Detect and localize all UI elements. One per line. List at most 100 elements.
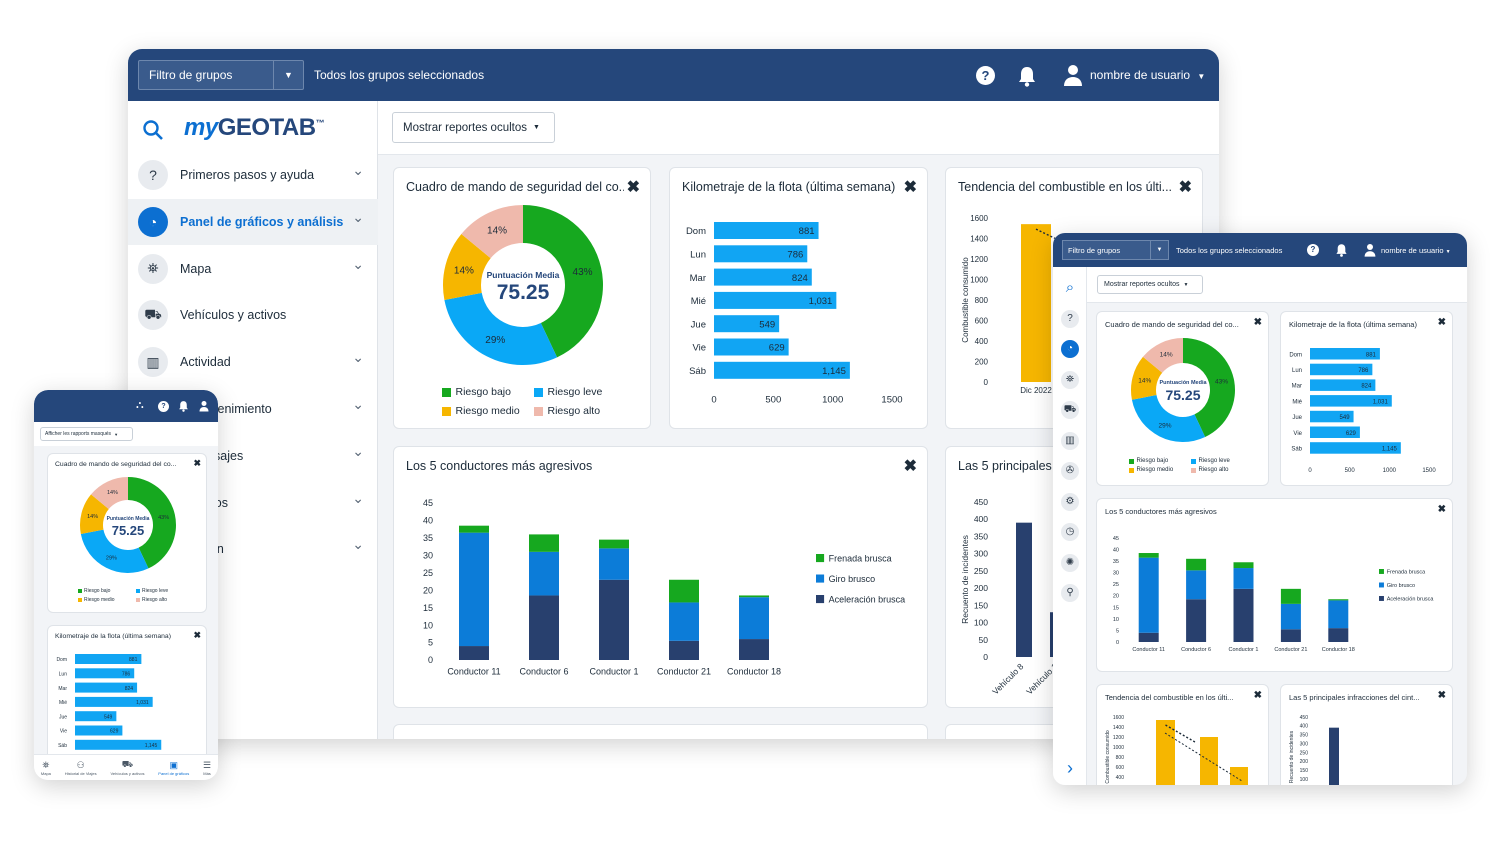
stacked-bar-segment[interactable] <box>1138 632 1159 642</box>
stacked-bar-segment[interactable] <box>529 595 559 660</box>
activity-icon[interactable]: ▥ <box>1061 431 1079 450</box>
map-icon[interactable]: ⛯ <box>1061 370 1079 389</box>
close-icon[interactable]: ✖ <box>1438 690 1446 701</box>
hidden-reports-button[interactable]: Afficher les rapports masqués ▼ <box>40 427 133 441</box>
help-icon[interactable]: ? <box>158 401 169 412</box>
stacked-bar-segment[interactable] <box>1138 553 1159 558</box>
chevron-down-icon[interactable]: ▼ <box>273 61 303 89</box>
search-icon[interactable]: ⌕ <box>1061 279 1079 297</box>
legend-item[interactable]: Riesgo medio <box>442 405 534 417</box>
user-icon[interactable] <box>1063 64 1083 86</box>
settings-icon[interactable]: ✺ <box>1061 553 1079 572</box>
close-icon[interactable]: ✖ <box>1179 177 1192 197</box>
stacked-bar-segment[interactable] <box>1233 568 1254 589</box>
stacked-bar-segment[interactable] <box>669 640 699 660</box>
infraction-bar[interactable] <box>1329 727 1339 785</box>
close-icon[interactable]: ✖ <box>1438 317 1446 328</box>
clock-icon[interactable]: ◷ <box>1061 523 1079 541</box>
location-icon[interactable]: ⚲ <box>1061 584 1079 602</box>
stacked-bar-segment[interactable] <box>739 597 769 640</box>
bottom-nav-item[interactable]: ⛟ Vehículos y activos <box>110 759 144 776</box>
stacked-bar-segment[interactable] <box>459 646 489 660</box>
dashboard-icon[interactable]: ◔ <box>1061 340 1079 358</box>
stacked-bar-segment[interactable] <box>459 525 489 533</box>
stacked-bar-segment[interactable] <box>669 579 699 603</box>
search-icon[interactable] <box>142 119 164 141</box>
stacked-bar-segment[interactable] <box>1280 588 1301 604</box>
help-icon[interactable]: ? <box>1307 244 1319 256</box>
stacked-bar-segment[interactable] <box>1186 599 1207 642</box>
stacked-bar-segment[interactable] <box>599 548 629 580</box>
bell-icon[interactable] <box>1017 65 1037 87</box>
bottom-nav-item[interactable]: ▣ Panel de gráficos <box>158 760 189 776</box>
wrench-icon[interactable]: ✇ <box>1061 462 1079 480</box>
stacked-bar-segment[interactable] <box>1328 628 1349 642</box>
fuel-bar[interactable] <box>1230 767 1248 785</box>
stacked-bar-segment[interactable] <box>739 639 769 660</box>
help-icon[interactable]: ? <box>1061 309 1079 328</box>
sidebar-item-2[interactable]: ◔ Panel de gráficos y análisis ⌄ <box>128 198 378 245</box>
legend-item[interactable]: Riesgo bajo <box>442 386 534 398</box>
group-icon[interactable]: ⛬ <box>136 399 144 412</box>
bell-icon[interactable] <box>1335 243 1348 257</box>
legend-item[interactable]: Riesgo alto <box>136 597 196 603</box>
legend-item[interactable]: Riesgo alto <box>1191 467 1257 473</box>
bottom-nav-item[interactable]: ⚇ Historial de Viajes <box>65 760 97 776</box>
legend-item[interactable]: Riesgo medio <box>78 597 136 603</box>
close-icon[interactable]: ✖ <box>627 177 640 197</box>
stacked-bar-segment[interactable] <box>1233 588 1254 642</box>
hidden-reports-button[interactable]: Mostrar reportes ocultos ▼ <box>1097 275 1203 294</box>
chevron-right-icon[interactable]: › <box>1061 759 1079 777</box>
infraction-bar[interactable] <box>1016 522 1032 657</box>
bell-icon[interactable] <box>178 400 189 412</box>
close-icon[interactable]: ✖ <box>1254 690 1262 701</box>
close-icon[interactable]: ✖ <box>1438 504 1446 515</box>
legend-item[interactable]: Riesgo leve <box>534 386 632 398</box>
close-icon[interactable]: ✖ <box>904 456 917 476</box>
bottom-nav-item[interactable]: ⛯ Mapa <box>41 760 51 776</box>
stacked-bar-segment[interactable] <box>529 551 559 596</box>
truck-icon[interactable]: ⛟ <box>1061 401 1079 419</box>
sidebar-item-3[interactable]: ⛯ Mapa ⌄ <box>128 246 378 292</box>
user-menu[interactable]: nombre de usuario ▼ <box>1090 68 1205 82</box>
stacked-bar-segment[interactable] <box>669 602 699 641</box>
sidebar-item-4[interactable]: ⛟ Vehículos y activos <box>128 292 378 338</box>
help-icon[interactable]: ? <box>976 66 995 85</box>
close-icon[interactable]: ✖ <box>193 458 201 469</box>
bottom-nav-item[interactable]: ☰ Más <box>203 760 211 776</box>
stacked-bar-segment[interactable] <box>599 579 629 660</box>
stacked-bar-segment[interactable] <box>1280 629 1301 642</box>
user-menu[interactable]: nombre de usuario ▼ <box>1381 246 1451 255</box>
gear-icon[interactable]: ⚙ <box>1061 492 1079 511</box>
fuel-bar[interactable] <box>1156 720 1175 785</box>
chevron-down-icon[interactable]: ▼ <box>1150 241 1168 259</box>
stacked-bar-segment[interactable] <box>1186 558 1207 571</box>
close-icon[interactable]: ✖ <box>1254 317 1262 328</box>
legend-item[interactable]: Riesgo medio <box>1129 467 1191 473</box>
close-icon[interactable]: ✖ <box>193 630 201 641</box>
stacked-bar-segment[interactable] <box>529 534 559 552</box>
hidden-reports-button[interactable]: Mostrar reportes ocultos ▼ <box>392 112 555 143</box>
stacked-bar-segment[interactable] <box>1280 603 1301 630</box>
stacked-bar-segment[interactable] <box>739 595 769 598</box>
group-filter-dropdown[interactable]: Filtro de grupos ▼ <box>138 60 304 90</box>
legend-item[interactable]: Riesgo leve <box>1191 458 1257 464</box>
group-filter-dropdown[interactable]: Filtro de grupos ▼ <box>1062 240 1169 260</box>
close-icon[interactable]: ✖ <box>904 177 917 197</box>
stacked-bar-segment[interactable] <box>1328 600 1349 629</box>
fuel-bar[interactable] <box>1021 224 1051 382</box>
user-icon[interactable] <box>199 400 209 412</box>
legend-item[interactable]: Riesgo alto <box>534 405 632 417</box>
sidebar-item-1[interactable]: ? Primeros pasos y ayuda ⌄ <box>128 152 378 198</box>
stacked-bar-segment[interactable] <box>459 532 489 647</box>
user-icon[interactable] <box>1364 243 1376 257</box>
stacked-bar-segment[interactable] <box>1233 562 1254 569</box>
stacked-bar-segment[interactable] <box>1138 557 1159 633</box>
sidebar-item-5[interactable]: ▥ Actividad ⌄ <box>128 339 378 385</box>
legend-item[interactable]: Riesgo bajo <box>78 588 136 594</box>
legend-item[interactable]: Riesgo leve <box>136 588 196 594</box>
stacked-bar-segment[interactable] <box>599 539 629 549</box>
stacked-bar-segment[interactable] <box>1186 570 1207 600</box>
legend-item[interactable]: Riesgo bajo <box>1129 458 1191 464</box>
stacked-bar-segment[interactable] <box>1328 599 1349 601</box>
